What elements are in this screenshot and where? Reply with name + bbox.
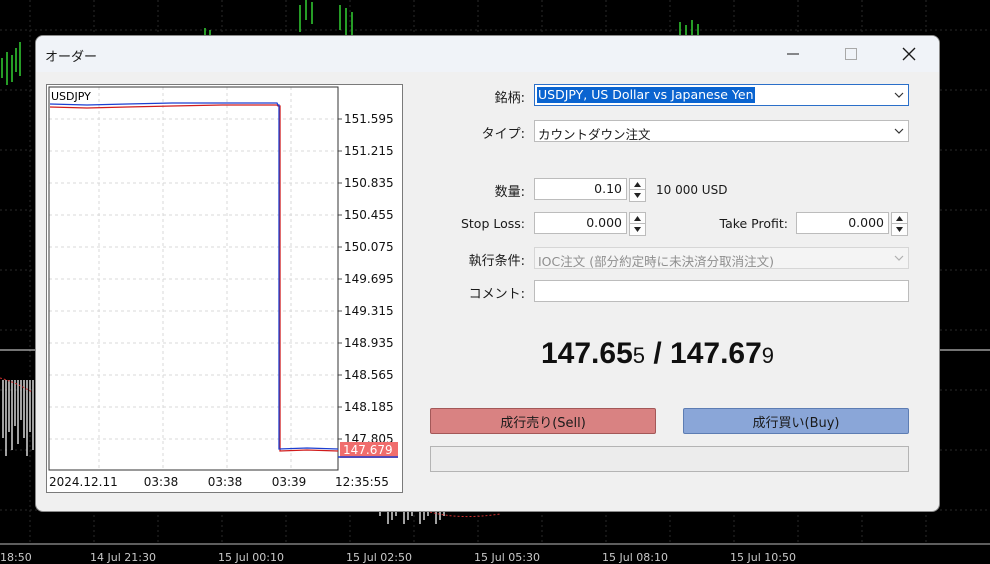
x-tick-label: 03:38 (208, 475, 243, 489)
bg-time-label: 15 Jul 05:30 (474, 551, 540, 564)
fill-policy-select[interactable]: IOC注文 (部分約定時に未決済分取消注文) (534, 247, 909, 269)
ask-price: 147.67 (670, 337, 762, 370)
chevron-down-icon (894, 255, 904, 261)
chevron-down-icon (894, 92, 904, 98)
volume-label: 数量: (494, 185, 525, 200)
x-tick-label: 2024.12.11 (49, 475, 118, 489)
spin-up[interactable] (629, 212, 646, 224)
comment-label: コメント: (468, 287, 525, 302)
bg-time-label: 14 Jul 21:30 (90, 551, 156, 564)
sell-button[interactable]: 成行売り(Sell) (430, 408, 656, 434)
y-tick-label: 149.695 (344, 272, 394, 286)
volume-unit: 10 000 USD (656, 183, 728, 197)
symbol-select[interactable]: USDJPY, US Dollar vs Japanese Yen (534, 84, 909, 106)
spin-down[interactable] (629, 224, 646, 236)
arrow-down-icon (634, 193, 641, 198)
y-tick-label: 149.315 (344, 304, 394, 318)
bid-price-line (49, 104, 339, 452)
order-dialog: オーダー 151.595 151.215 150.835 150.455 150.075… (35, 35, 940, 512)
chevron-down-icon (894, 128, 904, 134)
type-select[interactable]: カウントダウン注文 (534, 120, 909, 142)
spin-down[interactable] (629, 190, 646, 202)
stop-loss-input[interactable]: 0.000 (534, 212, 627, 234)
bg-time-label: 15 Jul 10:50 (730, 551, 796, 564)
dialog-title: オーダー (45, 50, 98, 65)
maximize-icon (845, 48, 857, 60)
fill-policy-value: IOC注文 (部分約定時に未決済分取消注文) (538, 254, 774, 269)
minimize-button[interactable] (770, 36, 816, 72)
spin-up[interactable] (891, 212, 908, 224)
status-bar (430, 446, 909, 472)
y-tick-label: 151.215 (344, 144, 394, 158)
symbol-label: 銘柄: (494, 91, 525, 106)
quote-separator: / (645, 337, 671, 370)
y-tick-label: 150.835 (344, 176, 394, 190)
buy-button[interactable]: 成行買い(Buy) (683, 408, 909, 434)
ask-price-fraction: 9 (761, 343, 775, 368)
x-tick-label: 12:35:55 (335, 475, 389, 489)
bg-time-label: 18:50 (0, 551, 32, 564)
y-tick-label: 148.185 (344, 400, 394, 414)
take-profit-label: Take Profit: (719, 216, 789, 231)
close-icon (902, 47, 916, 61)
volume-input[interactable]: 0.10 (534, 178, 627, 200)
x-tick-label: 03:38 (144, 475, 179, 489)
arrow-up-icon (896, 215, 903, 221)
ask-price-line (49, 102, 339, 450)
close-button[interactable] (886, 36, 932, 72)
arrow-up-icon (634, 215, 641, 221)
current-price-label: 147.679 (343, 443, 393, 457)
bg-time-label: 15 Jul 08:10 (602, 551, 668, 564)
minimize-icon (787, 53, 799, 55)
bid-price: 147.65 (541, 337, 633, 370)
current-price-tag: 147.679 (338, 442, 398, 458)
volume-spinner[interactable] (629, 178, 646, 202)
y-tick-label: 151.595 (344, 112, 394, 126)
type-label: タイプ: (481, 127, 525, 142)
tick-chart: 151.595 151.215 150.835 150.455 150.075 149.6… (46, 84, 403, 493)
x-tick-label: 03:39 (272, 475, 307, 489)
stop-loss-label: Stop Loss: (460, 216, 525, 231)
quote-display: 147.655 / 147.679 (541, 337, 774, 371)
title-bar[interactable]: オーダー (36, 36, 939, 72)
arrow-down-icon (896, 227, 903, 232)
spin-up[interactable] (629, 178, 646, 190)
maximize-button[interactable] (828, 36, 874, 72)
bid-price-fraction: 5 (632, 343, 646, 368)
y-tick-label: 150.455 (344, 208, 394, 222)
take-profit-spinner[interactable] (891, 212, 908, 236)
symbol-value: USDJPY, US Dollar vs Japanese Yen (537, 87, 755, 103)
spin-down[interactable] (891, 224, 908, 236)
y-tick-label: 148.935 (344, 336, 394, 350)
type-value: カウントダウン注文 (538, 127, 651, 142)
arrow-up-icon (634, 181, 641, 187)
chart-symbol: USDJPY (51, 90, 91, 103)
y-tick-label: 150.075 (344, 240, 394, 254)
stop-loss-spinner[interactable] (629, 212, 646, 236)
bg-time-label: 15 Jul 00:10 (218, 551, 284, 564)
bg-time-label: 15 Jul 02:50 (346, 551, 412, 564)
comment-input[interactable] (534, 280, 909, 302)
y-tick-label: 148.565 (344, 368, 394, 382)
tick-chart-canvas: 151.595 151.215 150.835 150.455 150.075 149.6… (48, 86, 398, 489)
price-axis: 151.595 151.215 150.835 150.455 150.075 149.6… (338, 112, 394, 446)
take-profit-input[interactable]: 0.000 (796, 212, 889, 234)
arrow-down-icon (634, 227, 641, 232)
fill-policy-label: 執行条件: (468, 254, 525, 269)
